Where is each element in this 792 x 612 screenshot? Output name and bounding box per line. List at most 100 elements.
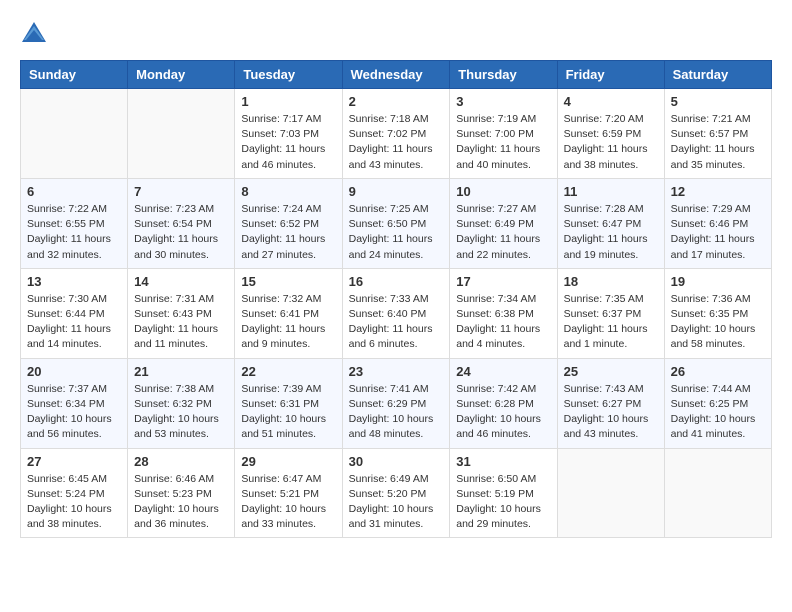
calendar-day-cell: 11 Sunrise: 7:28 AM Sunset: 6:47 PM Dayli… — [557, 178, 664, 268]
calendar-week-row: 27 Sunrise: 6:45 AM Sunset: 5:24 PM Dayli… — [21, 448, 772, 538]
day-number: 1 — [241, 94, 335, 109]
calendar-day-cell: 18 Sunrise: 7:35 AM Sunset: 6:37 PM Dayli… — [557, 268, 664, 358]
calendar-day-cell: 7 Sunrise: 7:23 AM Sunset: 6:54 PM Daylig… — [128, 178, 235, 268]
day-number: 23 — [349, 364, 444, 379]
calendar-day-cell: 29Sunrise: 6:47 AM Sunset: 5:21 PM Dayli… — [235, 448, 342, 538]
day-of-week-header: Friday — [557, 61, 664, 89]
day-info: Sunrise: 7:27 AM Sunset: 6:49 PM Dayligh… — [456, 202, 550, 263]
calendar-day-cell — [21, 89, 128, 179]
calendar-day-cell — [664, 448, 771, 538]
logo — [20, 20, 52, 44]
calendar-day-cell: 13 Sunrise: 7:30 AM Sunset: 6:44 PM Dayli… — [21, 268, 128, 358]
day-number: 21 — [134, 364, 228, 379]
day-info: Sunrise: 7:42 AM Sunset: 6:28 PM Dayligh… — [456, 382, 550, 443]
day-info: Sunrise: 6:46 AM Sunset: 5:23 PM Dayligh… — [134, 472, 228, 533]
day-number: 10 — [456, 184, 550, 199]
day-number: 26 — [671, 364, 765, 379]
day-info: Sunrise: 7:30 AM Sunset: 6:44 PM Dayligh… — [27, 292, 121, 353]
calendar-week-row: 1 Sunrise: 7:17 AM Sunset: 7:03 PM Daylig… — [21, 89, 772, 179]
day-number: 8 — [241, 184, 335, 199]
calendar-day-cell: 5Sunrise: 7:21 AM Sunset: 6:57 PM Daylig… — [664, 89, 771, 179]
day-number: 14 — [134, 274, 228, 289]
day-info: Sunrise: 6:50 AM Sunset: 5:19 PM Dayligh… — [456, 472, 550, 533]
day-info: Sunrise: 7:23 AM Sunset: 6:54 PM Dayligh… — [134, 202, 228, 263]
day-info: Sunrise: 7:33 AM Sunset: 6:40 PM Dayligh… — [349, 292, 444, 353]
calendar-header-row: SundayMondayTuesdayWednesdayThursdayFrid… — [21, 61, 772, 89]
day-info: Sunrise: 7:34 AM Sunset: 6:38 PM Dayligh… — [456, 292, 550, 353]
calendar-day-cell: 30Sunrise: 6:49 AM Sunset: 5:20 PM Dayli… — [342, 448, 450, 538]
calendar-week-row: 20 Sunrise: 7:37 AM Sunset: 6:34 PM Dayli… — [21, 358, 772, 448]
day-info: Sunrise: 7:20 AM Sunset: 6:59 PM Dayligh… — [564, 112, 658, 173]
day-number: 12 — [671, 184, 765, 199]
calendar-day-cell: 4Sunrise: 7:20 AM Sunset: 6:59 PM Daylig… — [557, 89, 664, 179]
day-info: Sunrise: 7:43 AM Sunset: 6:27 PM Dayligh… — [564, 382, 658, 443]
day-number: 24 — [456, 364, 550, 379]
day-info: Sunrise: 7:35 AM Sunset: 6:37 PM Dayligh… — [564, 292, 658, 353]
day-info: Sunrise: 7:25 AM Sunset: 6:50 PM Dayligh… — [349, 202, 444, 263]
calendar-day-cell: 12 Sunrise: 7:29 AM Sunset: 6:46 PM Dayli… — [664, 178, 771, 268]
day-info: Sunrise: 7:17 AM Sunset: 7:03 PM Dayligh… — [241, 112, 335, 173]
day-info: Sunrise: 7:18 AM Sunset: 7:02 PM Dayligh… — [349, 112, 444, 173]
day-info: Sunrise: 7:21 AM Sunset: 6:57 PM Dayligh… — [671, 112, 765, 173]
calendar-day-cell: 27 Sunrise: 6:45 AM Sunset: 5:24 PM Dayli… — [21, 448, 128, 538]
day-info: Sunrise: 7:44 AM Sunset: 6:25 PM Dayligh… — [671, 382, 765, 443]
day-number: 15 — [241, 274, 335, 289]
day-number: 22 — [241, 364, 335, 379]
calendar-day-cell: 3 Sunrise: 7:19 AM Sunset: 7:00 PM Daylig… — [450, 89, 557, 179]
day-info: Sunrise: 7:24 AM Sunset: 6:52 PM Dayligh… — [241, 202, 335, 263]
day-info: Sunrise: 6:49 AM Sunset: 5:20 PM Dayligh… — [349, 472, 444, 533]
calendar-day-cell: 8 Sunrise: 7:24 AM Sunset: 6:52 PM Daylig… — [235, 178, 342, 268]
day-info: Sunrise: 7:19 AM Sunset: 7:00 PM Dayligh… — [456, 112, 550, 173]
day-info: Sunrise: 7:36 AM Sunset: 6:35 PM Dayligh… — [671, 292, 765, 353]
day-number: 9 — [349, 184, 444, 199]
calendar-day-cell: 10 Sunrise: 7:27 AM Sunset: 6:49 PM Dayli… — [450, 178, 557, 268]
day-info: Sunrise: 7:31 AM Sunset: 6:43 PM Dayligh… — [134, 292, 228, 353]
calendar-day-cell: 23Sunrise: 7:41 AM Sunset: 6:29 PM Dayli… — [342, 358, 450, 448]
day-info: Sunrise: 7:22 AM Sunset: 6:55 PM Dayligh… — [27, 202, 121, 263]
day-number: 20 — [27, 364, 121, 379]
day-number: 2 — [349, 94, 444, 109]
day-of-week-header: Saturday — [664, 61, 771, 89]
calendar-day-cell: 28 Sunrise: 6:46 AM Sunset: 5:23 PM Dayli… — [128, 448, 235, 538]
day-number: 31 — [456, 454, 550, 469]
calendar-week-row: 13 Sunrise: 7:30 AM Sunset: 6:44 PM Dayli… — [21, 268, 772, 358]
day-info: Sunrise: 7:39 AM Sunset: 6:31 PM Dayligh… — [241, 382, 335, 443]
day-number: 18 — [564, 274, 658, 289]
day-number: 17 — [456, 274, 550, 289]
day-info: Sunrise: 7:32 AM Sunset: 6:41 PM Dayligh… — [241, 292, 335, 353]
day-number: 3 — [456, 94, 550, 109]
day-info: Sunrise: 6:45 AM Sunset: 5:24 PM Dayligh… — [27, 472, 121, 533]
day-of-week-header: Tuesday — [235, 61, 342, 89]
calendar-day-cell: 20 Sunrise: 7:37 AM Sunset: 6:34 PM Dayli… — [21, 358, 128, 448]
calendar-day-cell: 22 Sunrise: 7:39 AM Sunset: 6:31 PM Dayli… — [235, 358, 342, 448]
calendar-day-cell: 31 Sunrise: 6:50 AM Sunset: 5:19 PM Dayli… — [450, 448, 557, 538]
calendar-day-cell — [128, 89, 235, 179]
day-info: Sunrise: 7:29 AM Sunset: 6:46 PM Dayligh… — [671, 202, 765, 263]
day-number: 16 — [349, 274, 444, 289]
calendar-day-cell: 9 Sunrise: 7:25 AM Sunset: 6:50 PM Daylig… — [342, 178, 450, 268]
calendar-day-cell: 2 Sunrise: 7:18 AM Sunset: 7:02 PM Daylig… — [342, 89, 450, 179]
calendar-day-cell: 14 Sunrise: 7:31 AM Sunset: 6:43 PM Dayli… — [128, 268, 235, 358]
day-of-week-header: Thursday — [450, 61, 557, 89]
calendar-day-cell: 26 Sunrise: 7:44 AM Sunset: 6:25 PM Dayli… — [664, 358, 771, 448]
day-of-week-header: Sunday — [21, 61, 128, 89]
day-number: 27 — [27, 454, 121, 469]
calendar-day-cell: 6 Sunrise: 7:22 AM Sunset: 6:55 PM Daylig… — [21, 178, 128, 268]
day-number: 11 — [564, 184, 658, 199]
day-number: 7 — [134, 184, 228, 199]
calendar-week-row: 6 Sunrise: 7:22 AM Sunset: 6:55 PM Daylig… — [21, 178, 772, 268]
day-number: 25 — [564, 364, 658, 379]
day-info: Sunrise: 7:38 AM Sunset: 6:32 PM Dayligh… — [134, 382, 228, 443]
day-number: 6 — [27, 184, 121, 199]
calendar-day-cell: 24 Sunrise: 7:42 AM Sunset: 6:28 PM Dayli… — [450, 358, 557, 448]
day-info: Sunrise: 7:37 AM Sunset: 6:34 PM Dayligh… — [27, 382, 121, 443]
calendar-day-cell — [557, 448, 664, 538]
day-of-week-header: Wednesday — [342, 61, 450, 89]
calendar-day-cell: 16 Sunrise: 7:33 AM Sunset: 6:40 PM Dayli… — [342, 268, 450, 358]
day-number: 28 — [134, 454, 228, 469]
calendar-day-cell: 21 Sunrise: 7:38 AM Sunset: 6:32 PM Dayli… — [128, 358, 235, 448]
day-number: 19 — [671, 274, 765, 289]
day-number: 13 — [27, 274, 121, 289]
calendar-day-cell: 17 Sunrise: 7:34 AM Sunset: 6:38 PM Dayli… — [450, 268, 557, 358]
day-info: Sunrise: 7:28 AM Sunset: 6:47 PM Dayligh… — [564, 202, 658, 263]
